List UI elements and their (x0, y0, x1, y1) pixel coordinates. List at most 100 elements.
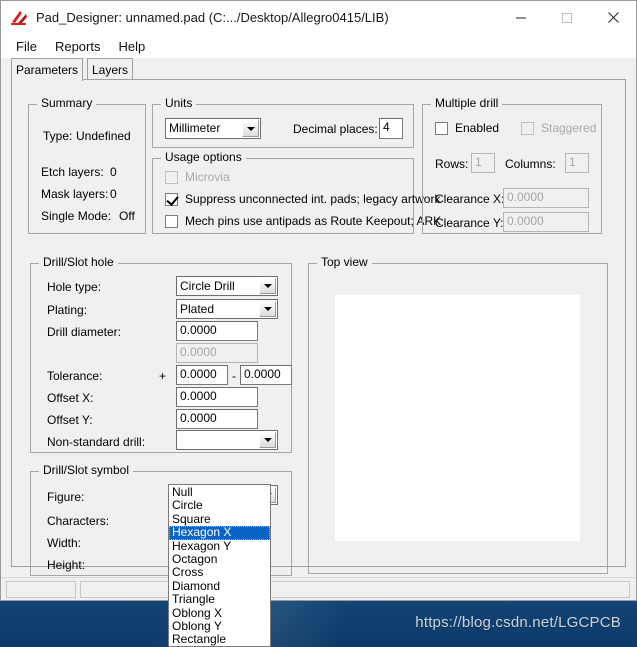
microvia-checkbox (165, 171, 178, 184)
decimal-places-input[interactable]: 4 (379, 118, 403, 139)
summary-single-mode-value: Off (119, 209, 135, 223)
menu-item-reports[interactable]: Reports (46, 36, 110, 57)
figure-option-circle[interactable]: Circle (169, 499, 270, 512)
suppress-unconnected-checkbox[interactable] (165, 193, 178, 206)
drill-diameter-secondary-input[interactable]: 0.0000 (176, 343, 258, 363)
figure-option-oblong-x[interactable]: Oblong X (169, 607, 270, 620)
usage-options-group-label: Usage options (161, 151, 246, 163)
multiple-drill-staggered-row: Staggered (521, 121, 596, 135)
window-controls (498, 1, 636, 34)
tab-parameters[interactable]: Parameters (11, 58, 83, 81)
status-cell-left (6, 581, 76, 598)
figure-option-hexagon-x[interactable]: Hexagon X (169, 526, 270, 539)
figure-option-square[interactable]: Square (169, 513, 270, 526)
top-view-canvas[interactable] (335, 295, 580, 541)
figure-option-diamond[interactable]: Diamond (169, 580, 270, 593)
menu-bar: File Reports Help (1, 34, 636, 58)
rows-label: Rows: (435, 157, 468, 171)
multiple-drill-staggered-label: Staggered (541, 121, 596, 135)
columns-label: Columns: (505, 157, 556, 171)
offset-x-input[interactable]: 0.0000 (176, 387, 258, 407)
clearance-x-input[interactable]: 0.0000 (503, 188, 589, 208)
units-group: Units Millimeter Decimal places: 4 (152, 104, 414, 148)
figure-option-hexagon-y[interactable]: Hexagon Y (169, 540, 270, 553)
rows-input[interactable]: 1 (471, 153, 495, 173)
figure-label: Figure: (47, 490, 84, 504)
figure-option-oblong-y[interactable]: Oblong Y (169, 620, 270, 633)
hole-type-combo-value: Circle Drill (180, 279, 235, 293)
drill-slot-symbol-group-label: Drill/Slot symbol (39, 464, 133, 476)
drill-diameter-input[interactable]: 0.0000 (176, 321, 258, 341)
chevron-down-icon[interactable] (259, 278, 276, 294)
chevron-down-icon[interactable] (242, 120, 259, 137)
non-standard-drill-label: Non-standard drill: (47, 435, 145, 449)
units-group-label: Units (161, 97, 196, 109)
tab-layers[interactable]: Layers (87, 58, 133, 80)
mech-pins-antipads-checkbox-row[interactable]: Mech pins use antipads as Route Keepout;… (165, 214, 441, 228)
chevron-down-icon[interactable] (259, 432, 276, 448)
microvia-checkbox-row[interactable]: Microvia (165, 170, 230, 184)
drill-slot-hole-group-label: Drill/Slot hole (39, 256, 118, 268)
multiple-drill-enabled-row[interactable]: Enabled (435, 121, 499, 135)
usage-options-group: Usage options Microvia Suppress unconnec… (152, 158, 414, 234)
chevron-down-icon[interactable] (259, 301, 276, 317)
drill-slot-hole-group: Drill/Slot hole Hole type: Circle Drill … (30, 263, 292, 453)
drill-diameter-label: Drill diameter: (47, 325, 121, 339)
maximize-icon[interactable] (544, 1, 590, 34)
summary-mask-layers-value: 0 (110, 187, 117, 201)
close-icon[interactable] (590, 1, 636, 34)
summary-mask-layers-label: Mask layers: (41, 187, 108, 201)
non-standard-drill-combo[interactable] (176, 430, 278, 450)
offset-y-input[interactable]: 0.0000 (176, 409, 258, 429)
columns-input[interactable]: 1 (565, 153, 589, 173)
units-combo-value: Millimeter (169, 121, 220, 135)
figure-option-null[interactable]: Null (169, 486, 270, 499)
tolerance-minus-sign: - (232, 369, 236, 383)
characters-label: Characters: (47, 514, 109, 528)
summary-group-label: Summary (37, 97, 96, 109)
plating-combo[interactable]: Plated (176, 299, 278, 319)
figure-option-cross[interactable]: Cross (169, 566, 270, 579)
hole-type-label: Hole type: (47, 280, 101, 294)
suppress-unconnected-checkbox-row[interactable]: Suppress unconnected int. pads; legacy a… (165, 192, 440, 206)
multiple-drill-enabled-label: Enabled (455, 121, 499, 135)
clearance-y-input[interactable]: 0.0000 (503, 212, 589, 232)
offset-x-label: Offset X: (47, 391, 93, 405)
hole-type-combo[interactable]: Circle Drill (176, 276, 278, 296)
status-bar (1, 577, 636, 600)
multiple-drill-staggered-checkbox (521, 122, 534, 135)
mech-pins-antipads-checkbox[interactable] (165, 215, 178, 228)
menu-item-file[interactable]: File (7, 36, 46, 57)
tab-strip: Parameters Layers (11, 58, 626, 80)
offset-y-label: Offset Y: (47, 413, 93, 427)
window-title: Pad_Designer: unnamed.pad (C:.../Desktop… (36, 10, 389, 25)
pad-designer-window: Pad_Designer: unnamed.pad (C:.../Desktop… (0, 0, 637, 601)
title-bar[interactable]: Pad_Designer: unnamed.pad (C:.../Desktop… (1, 1, 636, 34)
clearance-x-label: Clearance X: (435, 192, 504, 206)
tab-selected-underline (12, 79, 82, 81)
menu-item-help[interactable]: Help (109, 36, 154, 57)
summary-etch-layers-label: Etch layers: (41, 165, 104, 179)
multiple-drill-group-label: Multiple drill (431, 97, 502, 109)
clearance-y-label: Clearance Y: (435, 216, 504, 230)
microvia-label: Microvia (185, 170, 230, 184)
tolerance-minus-input[interactable]: 0.0000 (240, 365, 292, 385)
multiple-drill-group: Multiple drill Enabled Staggered Rows: 1… (422, 104, 602, 234)
summary-single-mode-label: Single Mode: (41, 209, 111, 223)
parameters-tab-page: Summary Type: Undefined Etch layers: 0 M… (11, 79, 626, 567)
summary-etch-layers-value: 0 (110, 165, 117, 179)
mech-pins-antipads-label: Mech pins use antipads as Route Keepout;… (185, 214, 441, 228)
units-combo[interactable]: Millimeter (165, 118, 261, 139)
figure-option-rectangle[interactable]: Rectangle (169, 633, 270, 646)
tolerance-plus-input[interactable]: 0.0000 (176, 365, 228, 385)
figure-option-octagon[interactable]: Octagon (169, 553, 270, 566)
minimize-icon[interactable] (498, 1, 544, 34)
client-area: Parameters Layers Summary Type: Undefine… (1, 58, 636, 600)
watermark-text: https://blog.csdn.net/LGCPCB (415, 614, 621, 631)
figure-dropdown-list[interactable]: Null Circle Square Hexagon X Hexagon Y O… (168, 484, 271, 647)
summary-type-value: Undefined (76, 129, 131, 143)
suppress-unconnected-label: Suppress unconnected int. pads; legacy a… (185, 192, 440, 206)
height-label: Height: (47, 558, 85, 572)
multiple-drill-enabled-checkbox[interactable] (435, 122, 448, 135)
figure-option-triangle[interactable]: Triangle (169, 593, 270, 606)
